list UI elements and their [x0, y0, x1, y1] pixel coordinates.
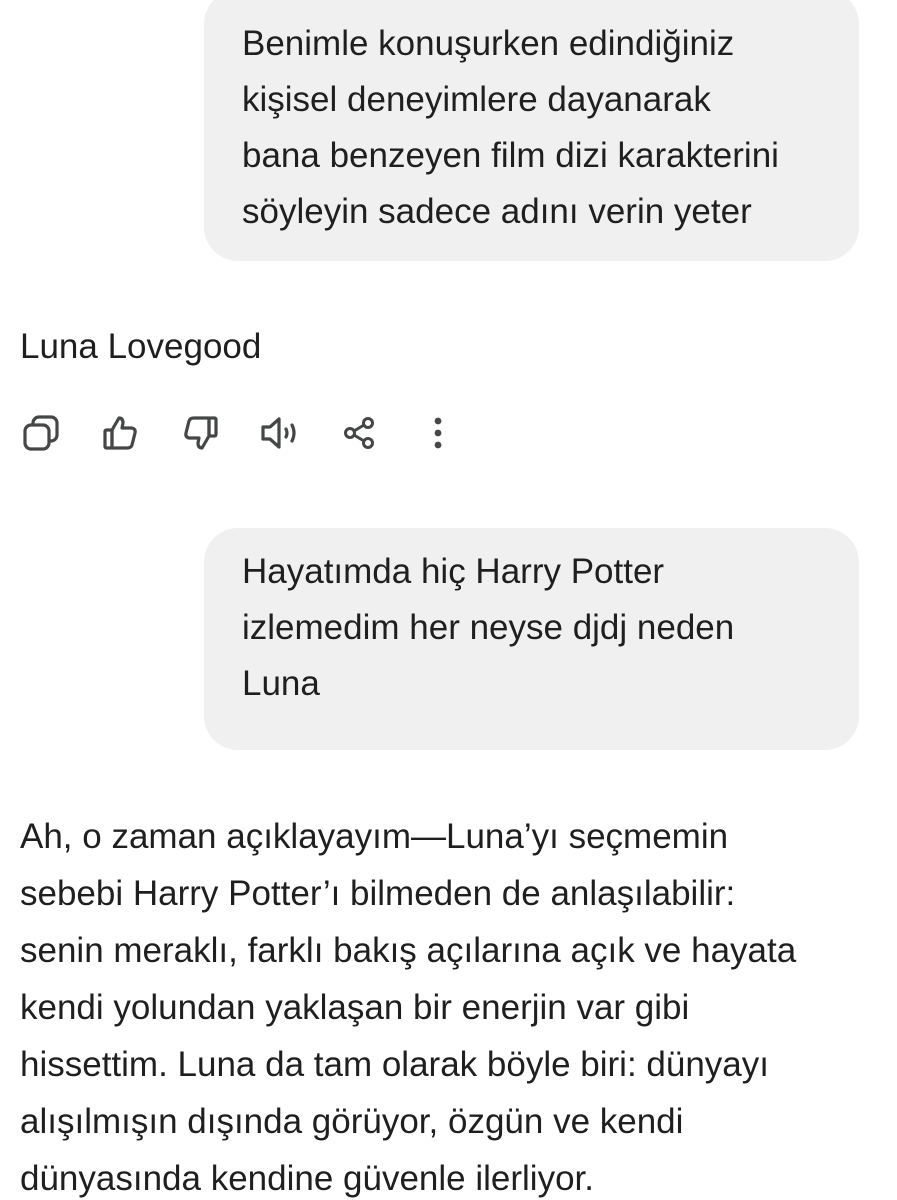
speaker-icon [261, 417, 296, 449]
share-button[interactable] [336, 410, 382, 456]
thumbs-up-icon [103, 416, 137, 450]
response-action-bar [0, 410, 480, 456]
message-line: kişisel deneyimlere dayanarak [242, 80, 711, 119]
read-aloud-button[interactable] [258, 410, 304, 456]
copy-icon [23, 415, 59, 451]
assistant-reply: Luna Lovegood [20, 327, 262, 366]
message-line: izlemedim her neyse djdj neden [242, 608, 735, 647]
assistant-reply: Ah, o zaman açıklayayım—Luna’yı seçmemin… [20, 808, 796, 1200]
reply-line: Ah, o zaman açıklayayım—Luna’yı seçmemin [20, 817, 729, 856]
more-vertical-icon [434, 417, 442, 449]
message-line: Luna [242, 664, 320, 703]
message-line: Benimle konuşurken edindiğiniz [242, 24, 735, 63]
reply-line: hissettim. Luna da tam olarak böyle biri… [20, 1045, 769, 1084]
message-line: bana benzeyen film dizi karakterini [242, 136, 779, 175]
message-line: Hayatımda hiç Harry Potter [242, 552, 665, 591]
reply-line: kendi yolundan yaklaşan bir enerjin var … [20, 988, 690, 1027]
thumbs-down-button[interactable] [178, 410, 224, 456]
thumbs-down-icon [184, 416, 218, 450]
share-icon [344, 417, 374, 449]
thumbs-up-button[interactable] [97, 410, 143, 456]
user-message-bubble: Hayatımda hiç Harry Potter izlemedim her… [204, 528, 859, 750]
reply-line: sebebi Harry Potter’ı bilmeden de anlaşı… [20, 874, 736, 913]
reply-line: senin meraklı, farklı bakış açılarına aç… [20, 931, 797, 970]
copy-button[interactable] [18, 410, 64, 456]
reply-line: dünyasında kendine güvenle ilerliyor. [20, 1159, 594, 1198]
user-message-bubble: Benimle konuşurken edindiğiniz kişisel d… [204, 0, 859, 261]
more-options-button[interactable] [415, 410, 461, 456]
message-line: söyleyin sadece adını verin yeter [242, 192, 752, 231]
reply-line: alışılmışın dışında görüyor, özgün ve ke… [20, 1102, 684, 1141]
